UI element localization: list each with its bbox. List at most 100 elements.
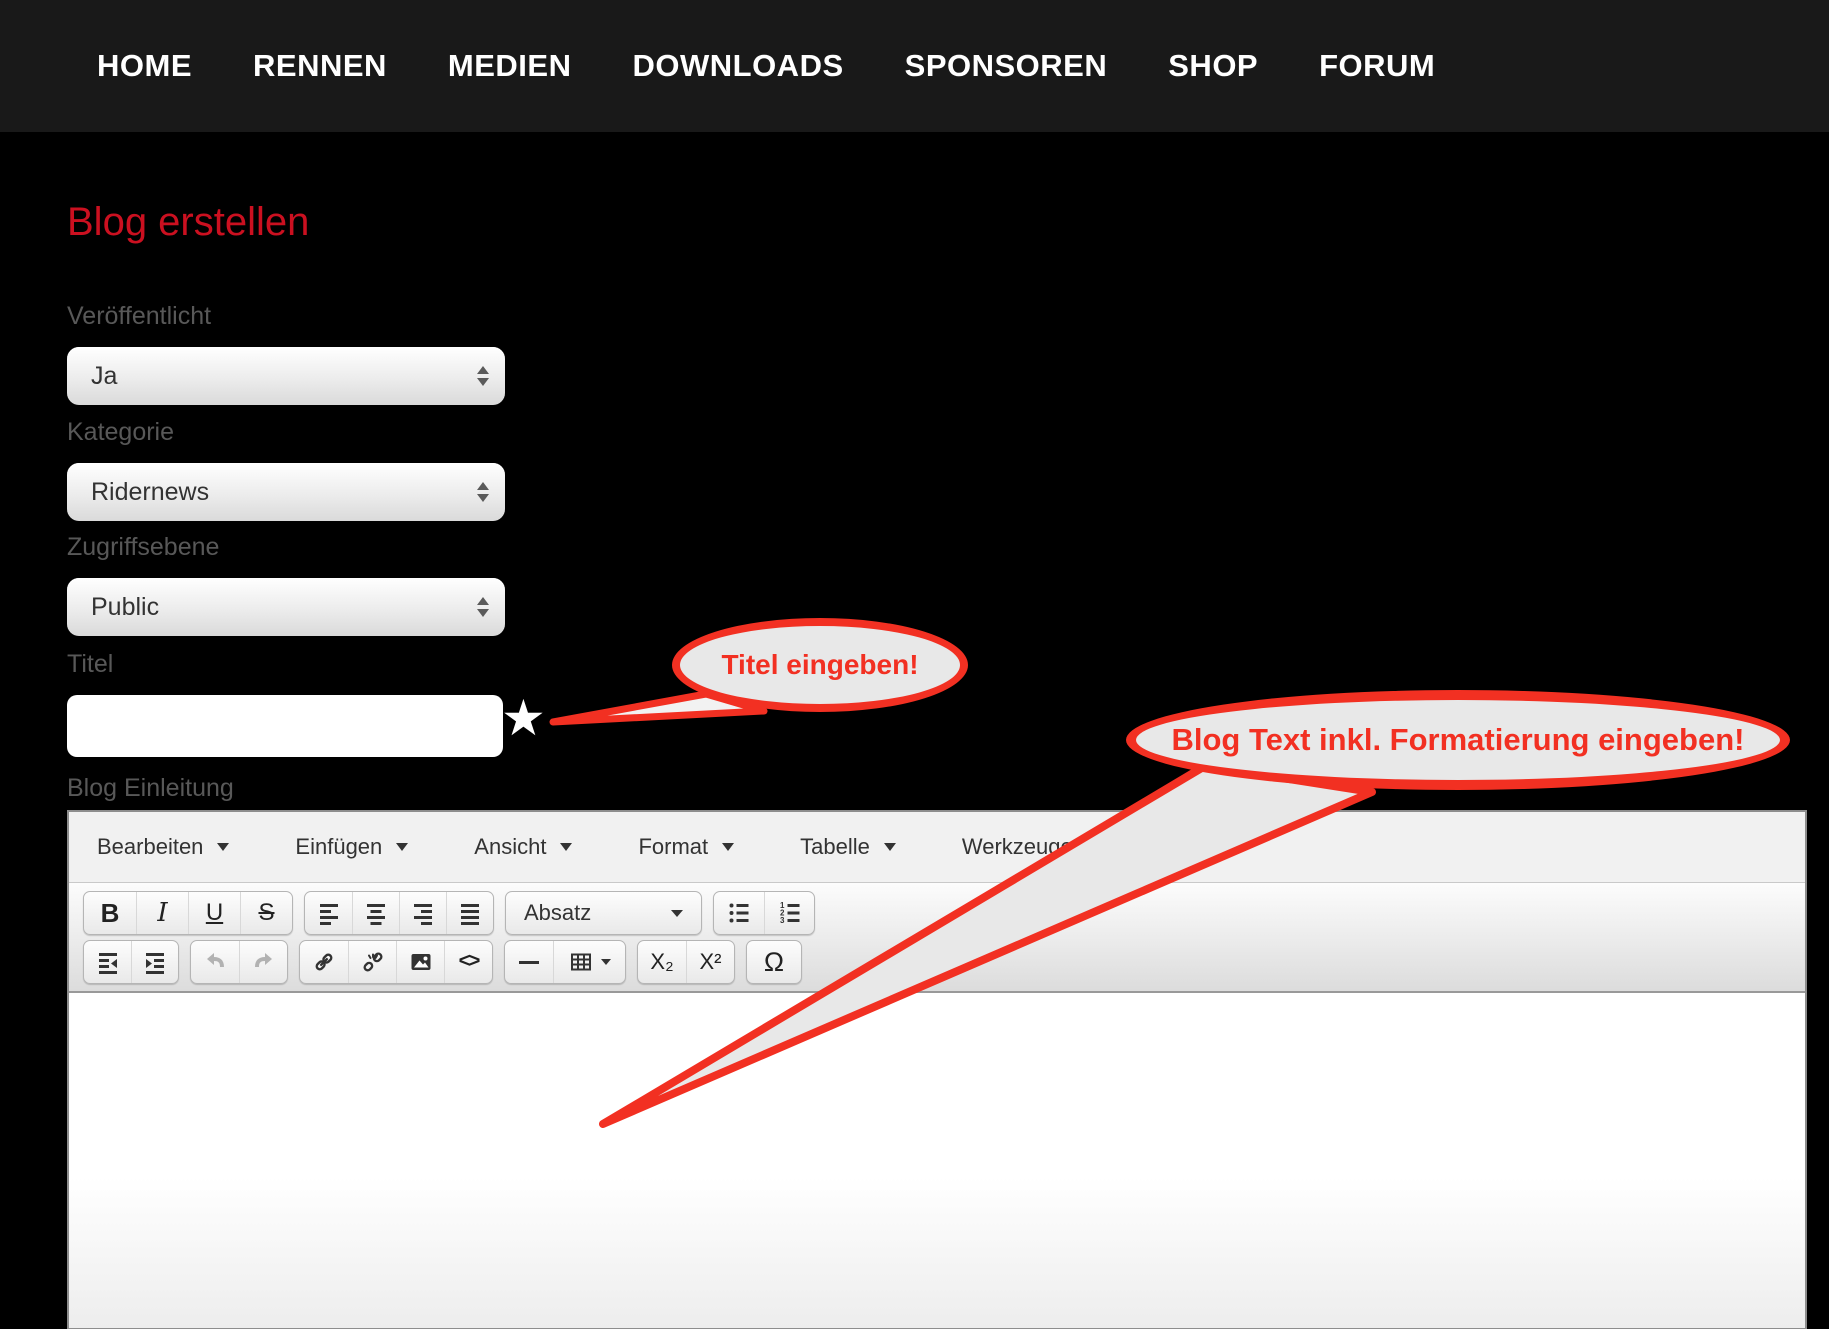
category-select[interactable]: Ridernews	[67, 463, 505, 521]
underline-button[interactable]: U	[188, 892, 240, 934]
special-char-group: Ω	[746, 940, 802, 984]
horizontal-rule-icon	[519, 961, 539, 964]
insert-link-button[interactable]	[300, 941, 348, 983]
menu-label: Bearbeiten	[97, 834, 203, 860]
blog-intro-label: Blog Einleitung	[67, 774, 234, 803]
italic-icon: I	[157, 898, 167, 928]
superscript-button[interactable]: X²	[686, 941, 734, 983]
align-justify-icon	[458, 901, 482, 925]
menu-ansicht[interactable]: Ansicht	[474, 834, 572, 860]
nav-item-shop[interactable]: SHOP	[1168, 48, 1258, 84]
omega-icon: Ω	[764, 947, 784, 978]
source-code-button[interactable]: <>	[444, 941, 492, 983]
page-title: Blog erstellen	[67, 200, 309, 245]
paragraph-format-group: Absatz	[505, 891, 702, 935]
indent-button[interactable]	[131, 941, 178, 983]
align-center-icon	[364, 901, 388, 925]
link-icon	[312, 950, 336, 974]
horizontal-rule-button[interactable]	[505, 941, 553, 983]
chevron-down-icon	[560, 843, 572, 851]
chevron-down-icon	[217, 843, 229, 851]
nav-item-home[interactable]: HOME	[97, 48, 192, 84]
italic-button[interactable]: I	[136, 892, 188, 934]
subscript-icon: X₂	[650, 949, 673, 975]
category-select-value: Ridernews	[91, 478, 209, 507]
code-icon: <>	[458, 951, 478, 974]
top-nav: HOME RENNEN MEDIEN DOWNLOADS SPONSOREN S…	[0, 0, 1829, 132]
numbered-list-button[interactable]: 1 2 3	[764, 892, 814, 934]
align-right-button[interactable]	[399, 892, 446, 934]
bold-button[interactable]: B	[84, 892, 136, 934]
menu-tabelle[interactable]: Tabelle	[800, 834, 896, 860]
title-input[interactable]	[67, 695, 503, 757]
redo-icon	[252, 950, 276, 974]
outdent-button[interactable]	[84, 941, 131, 983]
nav-item-downloads[interactable]: DOWNLOADS	[632, 48, 843, 84]
access-level-select[interactable]: Public	[67, 578, 505, 636]
chevron-down-icon	[884, 843, 896, 851]
align-right-icon	[411, 901, 435, 925]
menu-label: Werkzeuge	[962, 834, 1073, 860]
undo-icon	[203, 950, 227, 974]
category-label: Kategorie	[67, 418, 174, 447]
numbered-list-icon: 1 2 3	[778, 901, 802, 925]
undo-button[interactable]	[191, 941, 239, 983]
insert-image-button[interactable]	[396, 941, 444, 983]
indent-group	[83, 940, 179, 984]
chevron-down-icon	[671, 910, 683, 917]
script-group: X₂ X²	[637, 940, 735, 984]
special-character-button[interactable]: Ω	[747, 941, 801, 983]
bullet-list-icon	[727, 901, 751, 925]
unlink-icon	[361, 950, 385, 974]
menu-label: Tabelle	[800, 834, 870, 860]
bullet-list-button[interactable]	[714, 892, 764, 934]
editor-content-area[interactable]	[69, 993, 1805, 1328]
superscript-icon: X²	[700, 949, 722, 975]
nav-item-forum[interactable]: FORUM	[1319, 48, 1435, 84]
menu-werkzeuge[interactable]: Werkzeuge	[962, 834, 1099, 860]
chevron-down-icon	[601, 959, 611, 965]
menu-bearbeiten[interactable]: Bearbeiten	[97, 834, 229, 860]
chevron-down-icon	[722, 843, 734, 851]
menu-einfuegen[interactable]: Einfügen	[295, 834, 408, 860]
remove-link-button[interactable]	[348, 941, 396, 983]
access-level-select-value: Public	[91, 593, 159, 622]
list-group: 1 2 3	[713, 891, 815, 935]
underline-icon: U	[206, 899, 223, 927]
redo-button[interactable]	[239, 941, 287, 983]
menu-format[interactable]: Format	[638, 834, 734, 860]
richtext-editor: Bearbeiten Einfügen Ansicht Format Tabel…	[67, 810, 1807, 1329]
menu-label: Einfügen	[295, 834, 382, 860]
published-select-value: Ja	[91, 362, 117, 391]
strikethrough-button[interactable]: S	[240, 892, 292, 934]
align-left-icon	[317, 901, 341, 925]
select-stepper-icon	[477, 597, 489, 617]
svg-text:3: 3	[780, 916, 785, 925]
align-center-button[interactable]	[352, 892, 399, 934]
select-stepper-icon	[477, 366, 489, 386]
insert-table-button[interactable]	[553, 941, 625, 983]
alignment-group	[304, 891, 494, 935]
nav-item-rennen[interactable]: RENNEN	[253, 48, 387, 84]
nav-item-medien[interactable]: MEDIEN	[448, 48, 572, 84]
hr-table-group	[504, 940, 626, 984]
subscript-button[interactable]: X₂	[638, 941, 686, 983]
history-group	[190, 940, 288, 984]
nav-item-sponsoren[interactable]: SPONSOREN	[905, 48, 1108, 84]
text-style-group: B I U S	[83, 891, 293, 935]
strikethrough-icon: S	[258, 899, 274, 927]
editor-toolbar: B I U S	[69, 883, 1805, 993]
paragraph-format-value: Absatz	[524, 900, 591, 926]
table-icon	[569, 950, 593, 974]
chevron-down-icon	[1087, 843, 1099, 851]
image-icon	[409, 950, 433, 974]
published-select[interactable]: Ja	[67, 347, 505, 405]
paragraph-format-dropdown[interactable]: Absatz	[506, 892, 701, 934]
align-left-button[interactable]	[305, 892, 352, 934]
published-label: Veröffentlicht	[67, 302, 211, 331]
align-justify-button[interactable]	[446, 892, 493, 934]
body-hint-text: Blog Text inkl. Formatierung eingeben!	[1172, 722, 1745, 758]
page: HOME RENNEN MEDIEN DOWNLOADS SPONSOREN S…	[0, 0, 1829, 1329]
insert-group: <>	[299, 940, 493, 984]
body-hint-bubble: Blog Text inkl. Formatierung eingeben!	[1126, 690, 1790, 790]
